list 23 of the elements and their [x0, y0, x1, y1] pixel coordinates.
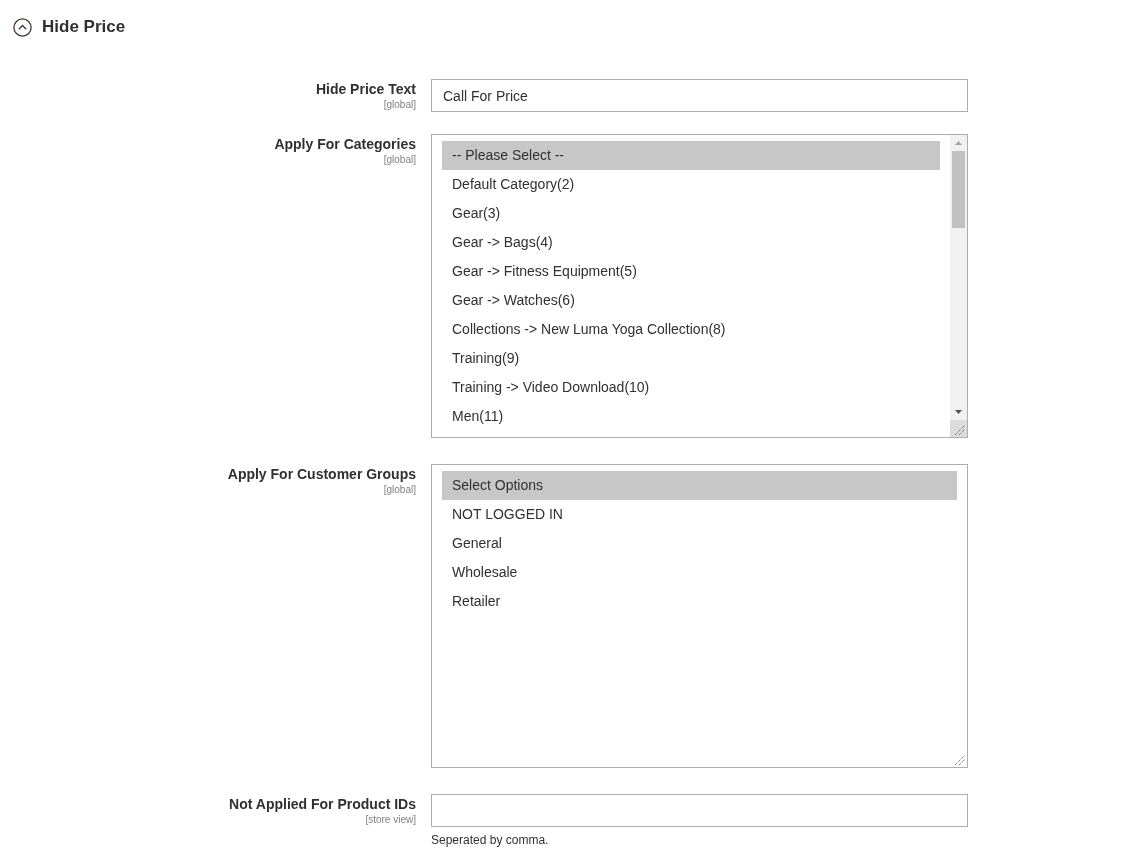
scope-label: [store view]: [365, 813, 416, 826]
scrollbar[interactable]: [950, 135, 967, 437]
scroll-down-icon[interactable]: [955, 410, 962, 414]
scroll-up-icon[interactable]: [955, 141, 962, 145]
scope-label: [global]: [383, 153, 416, 166]
field-note: Seperated by comma.: [431, 833, 550, 848]
scope-label: [global]: [383, 483, 416, 496]
input-field[interactable]: [431, 794, 968, 827]
field-label: Apply For Customer Groups: [227, 466, 416, 483]
field-label: Apply For Categories: [274, 136, 416, 153]
field-label: Not Applied For Product IDs: [229, 796, 416, 813]
input-field[interactable]: Call For Price: [431, 79, 968, 112]
section-title[interactable]: Hide Price: [42, 17, 126, 37]
resize-grip-icon[interactable]: [955, 425, 965, 435]
scope-label: [global]: [383, 98, 416, 111]
chevron-up-icon[interactable]: [13, 17, 32, 37]
resize-grip-icon[interactable]: [955, 755, 965, 765]
scrollbar-thumb[interactable]: [952, 151, 965, 228]
multiselect-list[interactable]: [431, 134, 968, 438]
field-label: Hide Price Text: [315, 81, 416, 98]
multiselect-list[interactable]: Select Options NOT LOGGED IN General Wholesale Retailer: [431, 464, 968, 768]
list-option[interactable]: -- Please Select --: [442, 141, 940, 170]
list-option[interactable]: Select Options: [442, 471, 957, 500]
